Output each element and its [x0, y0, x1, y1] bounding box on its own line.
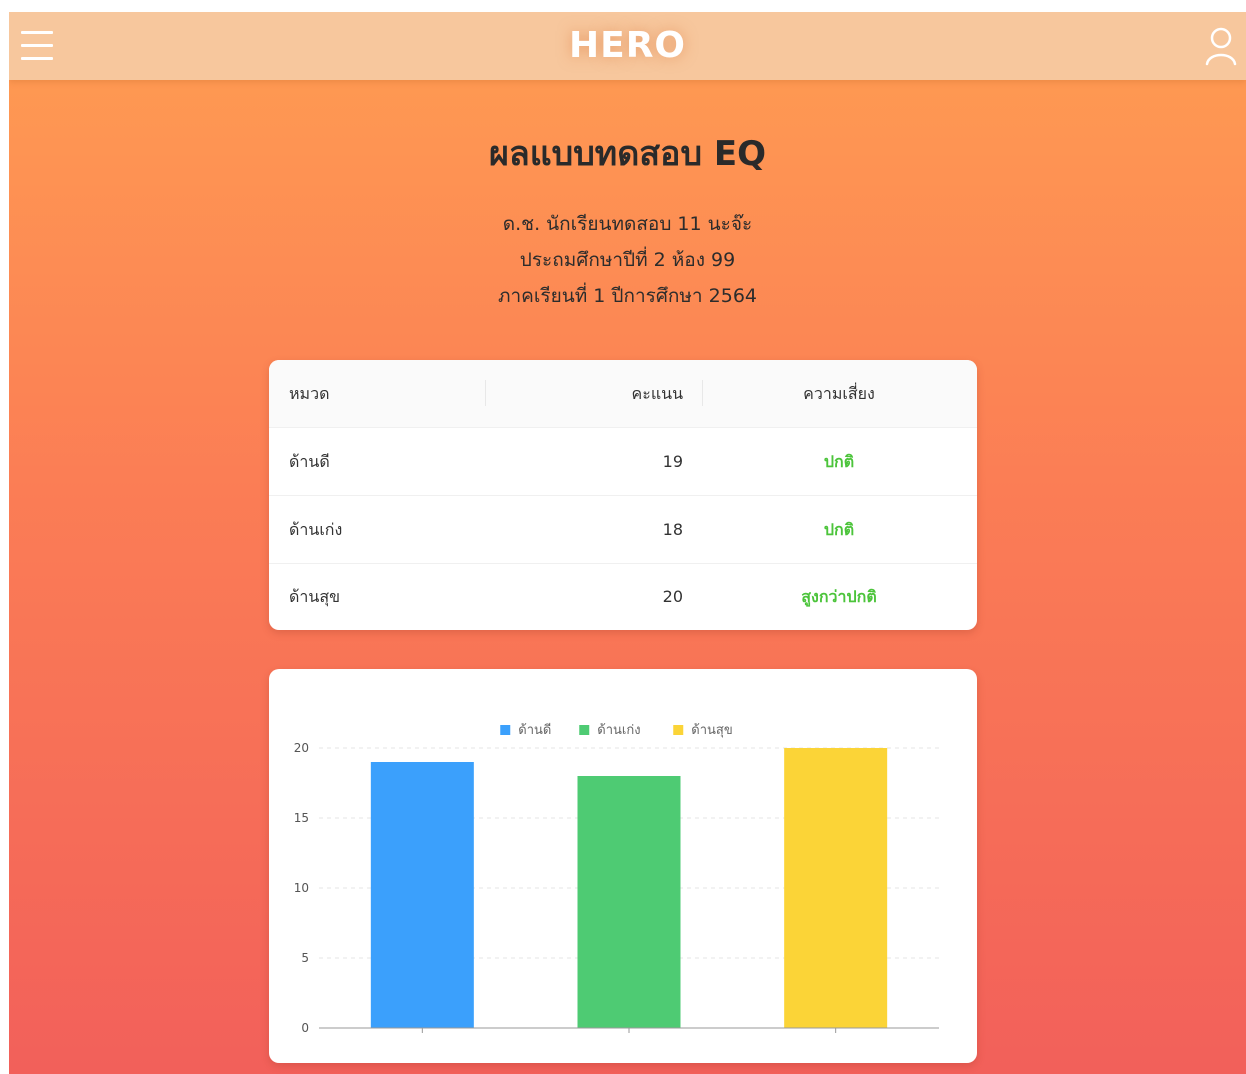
score-chart-card: 0 5 10 15 20 ด้านดี ด้านเก่ง ด้านสุข [269, 669, 977, 1063]
brand-logo[interactable]: HERO [9, 24, 1246, 68]
row-risk: ปกติ [823, 452, 855, 471]
legend-label: ด้านสุข [691, 723, 732, 738]
student-term: ภาคเรียนที่ 1 ปีการศึกษา 2564 [497, 285, 757, 307]
row-score: 18 [662, 520, 683, 539]
app-screen: HERO ผลแบบทดสอบ EQ ด.ช. นักเรียนทดสอบ 11… [9, 12, 1246, 1074]
score-bar-chart: 0 5 10 15 20 ด้านดี ด้านเก่ง ด้านสุข [294, 722, 939, 1035]
legend-swatch [673, 725, 684, 735]
header-risk: ความเสี่ยง [803, 384, 875, 403]
y-tick-label: 5 [301, 951, 309, 965]
legend-label: ด้านเก่ง [597, 723, 640, 738]
legend-swatch [500, 725, 511, 735]
y-tick-label: 0 [301, 1021, 309, 1035]
bar [784, 748, 888, 1028]
results-table: หมวด คะแนน ความเสี่ยง ด้านดี 19 ปกติ ด้า… [269, 360, 977, 630]
row-score: 20 [662, 587, 683, 606]
top-navigation-bar: HERO [9, 12, 1246, 80]
student-name: ด.ช. นักเรียนทดสอบ 11 นะจ๊ะ [502, 213, 753, 235]
table-row: ด้านดี 19 ปกติ [269, 428, 977, 496]
table-header-row: หมวด คะแนน ความเสี่ยง [269, 360, 977, 428]
table-row: ด้านเก่ง 18 ปกติ [269, 496, 977, 564]
legend-swatch [579, 725, 590, 735]
row-category: ด้านดี [289, 452, 330, 471]
bar [370, 762, 474, 1028]
row-risk: ปกติ [823, 520, 855, 539]
legend-label: ด้านดี [518, 722, 551, 738]
row-score: 19 [662, 452, 683, 471]
header-divider [485, 380, 486, 406]
y-tick-label: 15 [294, 811, 309, 825]
row-category: ด้านสุข [289, 587, 341, 606]
row-category: ด้านเก่ง [289, 520, 343, 539]
table-row: ด้านสุข 20 สูงกว่าปกติ [269, 563, 977, 630]
header-divider [702, 380, 703, 406]
header-category: หมวด [289, 384, 330, 403]
y-tick-label: 10 [294, 881, 309, 895]
student-info: ด.ช. นักเรียนทดสอบ 11 นะจ๊ะ ประถมศึกษาปี… [9, 206, 1246, 314]
page-title: ผลแบบทดสอบ EQ [488, 134, 767, 174]
header-score: คะแนน [631, 384, 683, 403]
row-risk: สูงกว่าปกติ [801, 587, 877, 606]
user-profile-icon[interactable] [1204, 26, 1238, 66]
bar [577, 776, 681, 1028]
student-class: ประถมศึกษาปีที่ 2 ห้อง 99 [519, 249, 736, 271]
y-tick-label: 20 [294, 741, 309, 755]
